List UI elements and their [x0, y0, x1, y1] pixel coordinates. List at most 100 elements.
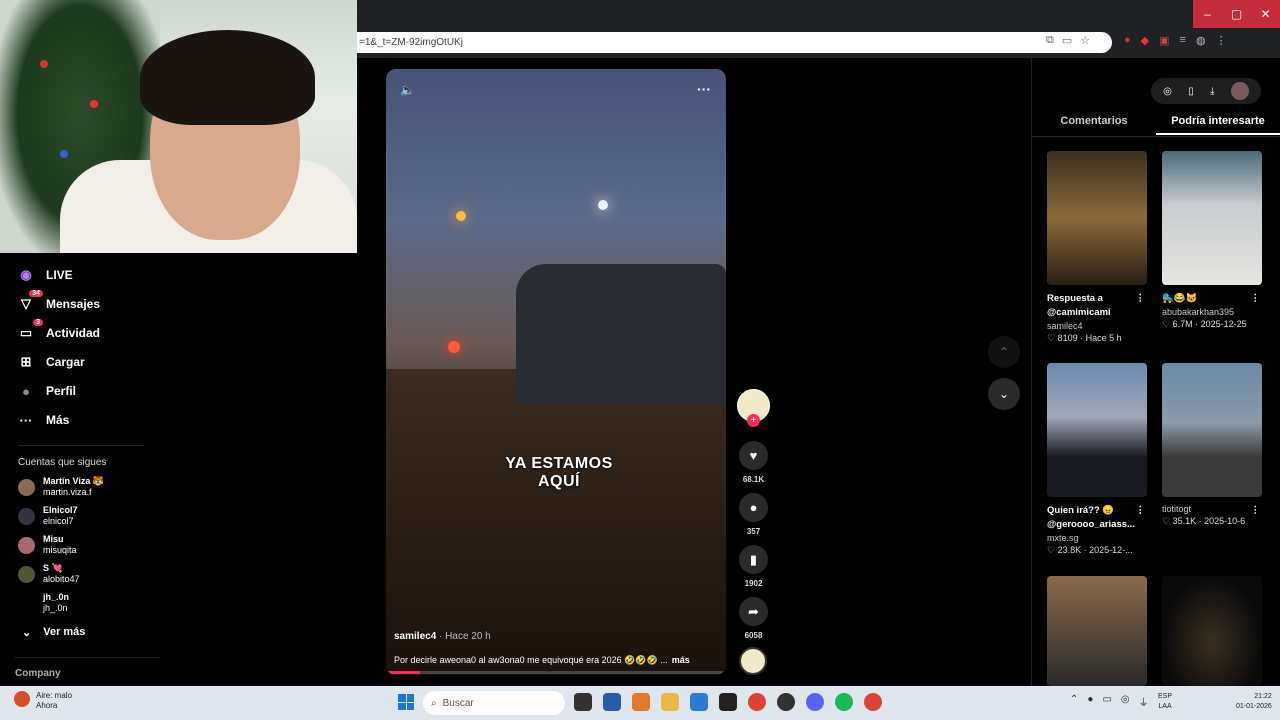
- spotify-icon[interactable]: [835, 693, 853, 711]
- epic-games-icon[interactable]: [719, 693, 737, 711]
- followed-account[interactable]: Misu misuqita: [18, 534, 77, 556]
- sidebar-item-upload[interactable]: ⊞ Cargar: [18, 354, 85, 370]
- suggested-video-card[interactable]: [1162, 576, 1262, 686]
- file-explorer-icon[interactable]: [661, 693, 679, 711]
- card-menu-icon[interactable]: ⋮: [1136, 292, 1146, 306]
- minimize-button[interactable]: –: [1193, 0, 1222, 28]
- card-author[interactable]: mxte.sg: [1047, 533, 1147, 543]
- video-thumbnail[interactable]: [1162, 151, 1262, 285]
- card-menu-icon[interactable]: ⋮: [1251, 504, 1261, 518]
- suggested-video-card[interactable]: ⋮ tiotitogt ♡ 35.1K · 2025-10-6: [1162, 363, 1262, 527]
- weather-widget[interactable]: Aire: malo Ahora: [14, 691, 72, 711]
- download-icon[interactable]: ⤓: [1210, 86, 1214, 97]
- maximize-button[interactable]: ▢: [1222, 0, 1251, 28]
- mute-button[interactable]: 🔈: [400, 83, 415, 97]
- previous-video-button[interactable]: ⌃: [988, 336, 1020, 368]
- tab-comments[interactable]: Comentarios: [1032, 115, 1156, 135]
- media-icon[interactable]: ≡: [1180, 34, 1186, 47]
- sidebar-item-live[interactable]: ◉ LIVE: [18, 267, 72, 283]
- followed-account[interactable]: S 💘 alobito47: [18, 563, 80, 585]
- card-author[interactable]: abubakarkhan395: [1162, 307, 1262, 317]
- followed-account[interactable]: Elnicol7 elnicol7: [18, 505, 78, 527]
- discord-icon[interactable]: [806, 693, 824, 711]
- card-menu-icon[interactable]: ⋮: [1136, 504, 1146, 518]
- sidebar-item-more[interactable]: ··· Más: [18, 412, 70, 428]
- card-title[interactable]: 🛼😂🐱 ⋮: [1162, 292, 1262, 306]
- bookmark-star-icon[interactable]: ☆: [1080, 34, 1090, 47]
- video-menu-button[interactable]: ···: [697, 81, 711, 97]
- compass-icon[interactable]: ◎: [1163, 86, 1172, 97]
- video-more-button[interactable]: más: [672, 655, 690, 665]
- save-action[interactable]: ▮ 1902: [737, 545, 770, 588]
- followed-account[interactable]: Martín Viza 🐯 martin.viza.f: [18, 476, 104, 498]
- suggested-video-card[interactable]: 🛼😂🐱 ⋮ abubakarkhan395 ♡ 6.7M · 2025-12-25: [1162, 151, 1262, 330]
- suggested-video-card[interactable]: Quien irá?? 😠 @geroooo_ariass... ⋮ mxte.s…: [1047, 363, 1147, 556]
- tab-suggested[interactable]: Podría interesarte: [1156, 115, 1280, 135]
- app-icon[interactable]: [777, 693, 795, 711]
- microphone-icon[interactable]: ⏚: [1139, 694, 1149, 709]
- search-placeholder: Buscar: [442, 697, 474, 709]
- app-icon[interactable]: [632, 693, 650, 711]
- taskbar-search[interactable]: ⌕ Buscar: [423, 691, 565, 715]
- share-action[interactable]: ➦ 6058: [737, 597, 770, 640]
- card-title[interactable]: Quien irá?? 😠 @geroooo_ariass... ⋮: [1047, 504, 1147, 532]
- tray-app-icon[interactable]: ◎: [1121, 694, 1130, 709]
- like-action[interactable]: ♥ 68.1K: [737, 441, 770, 484]
- sidebar-item-messages[interactable]: ▽ 34 Mensajes: [18, 290, 100, 312]
- phone-icon[interactable]: ▯: [1188, 86, 1194, 97]
- chevron-up-icon[interactable]: ⌃: [1070, 694, 1078, 709]
- video-progress-track[interactable]: [386, 671, 726, 674]
- video-thumbnail[interactable]: [1162, 576, 1262, 686]
- extension-icon[interactable]: ●: [1124, 34, 1131, 47]
- share-icon[interactable]: ➦: [739, 597, 768, 626]
- sidebar-item-profile[interactable]: ● Perfil: [18, 383, 76, 399]
- tray-app-icon[interactable]: ●: [1087, 694, 1093, 709]
- video-thumbnail[interactable]: [1047, 576, 1147, 686]
- video-author[interactable]: samilec4 · Hace 20 h: [394, 631, 491, 642]
- music-disc[interactable]: [739, 647, 767, 675]
- address-bar[interactable]: =1&_t=ZM-92imgOtUKj: [357, 32, 1112, 53]
- language-indicator[interactable]: ESP LAA: [1158, 692, 1172, 712]
- account-handle: misuqita: [43, 545, 77, 555]
- chrome-icon[interactable]: [864, 693, 882, 711]
- clock[interactable]: 21:22 01-01-2026: [1236, 692, 1272, 712]
- windows-start-icon[interactable]: [398, 694, 414, 710]
- card-author[interactable]: samilec4: [1047, 321, 1147, 331]
- card-title[interactable]: Respuesta a @camimicami ⋮: [1047, 292, 1147, 320]
- comment-icon[interactable]: ●: [739, 493, 768, 522]
- browser-menu-icon[interactable]: ⋮: [1216, 34, 1227, 47]
- video-thumbnail[interactable]: [1162, 363, 1262, 497]
- video-thumbnail[interactable]: [1047, 363, 1147, 497]
- suggested-video-card[interactable]: Respuesta a @camimicami ⋮ samilec4 ♡ 8109…: [1047, 151, 1147, 344]
- account-emoji: 🐯: [92, 476, 105, 486]
- chrome-icon[interactable]: [748, 693, 766, 711]
- video-player[interactable]: 🔈 ··· YA ESTAMOS AQUÍ samilec4 · Hace 20…: [386, 69, 726, 675]
- app-icon[interactable]: [603, 693, 621, 711]
- close-button[interactable]: ✕: [1251, 0, 1280, 28]
- sidebar-item-activity[interactable]: ▭ 3 Actividad: [18, 319, 100, 341]
- comment-action[interactable]: ● 357: [737, 493, 770, 536]
- tray-app-icon[interactable]: ▭: [1102, 694, 1111, 709]
- profile-avatar-icon[interactable]: ◍: [1196, 34, 1206, 47]
- followed-account[interactable]: jh_.0n jh_.0n: [18, 592, 69, 614]
- see-more-button[interactable]: ⌄ Ver más: [22, 626, 85, 639]
- company-link[interactable]: Company: [15, 668, 61, 679]
- heart-icon[interactable]: ♥: [739, 441, 768, 470]
- translate-icon[interactable]: ⧉: [1046, 34, 1054, 47]
- next-video-button[interactable]: ⌄: [988, 378, 1020, 410]
- follow-button[interactable]: +: [747, 414, 760, 427]
- task-view-icon[interactable]: [574, 693, 592, 711]
- suggested-video-card[interactable]: [1047, 576, 1147, 686]
- video-thumbnail[interactable]: [1047, 151, 1147, 285]
- cast-icon[interactable]: ▭: [1062, 34, 1072, 47]
- card-author[interactable]: tiotitogt: [1162, 504, 1262, 514]
- user-avatar[interactable]: [1230, 82, 1249, 100]
- bookmark-icon[interactable]: ▮: [739, 545, 768, 574]
- extension-icon[interactable]: ◆: [1141, 34, 1149, 47]
- video-progress-fill: [386, 671, 420, 674]
- video-time: · Hace 20 h: [439, 631, 491, 642]
- card-menu-icon[interactable]: ⋮: [1251, 292, 1261, 306]
- app-icon[interactable]: [690, 693, 708, 711]
- extension-icon[interactable]: ▣: [1159, 34, 1169, 47]
- video-username[interactable]: samilec4: [394, 631, 436, 642]
